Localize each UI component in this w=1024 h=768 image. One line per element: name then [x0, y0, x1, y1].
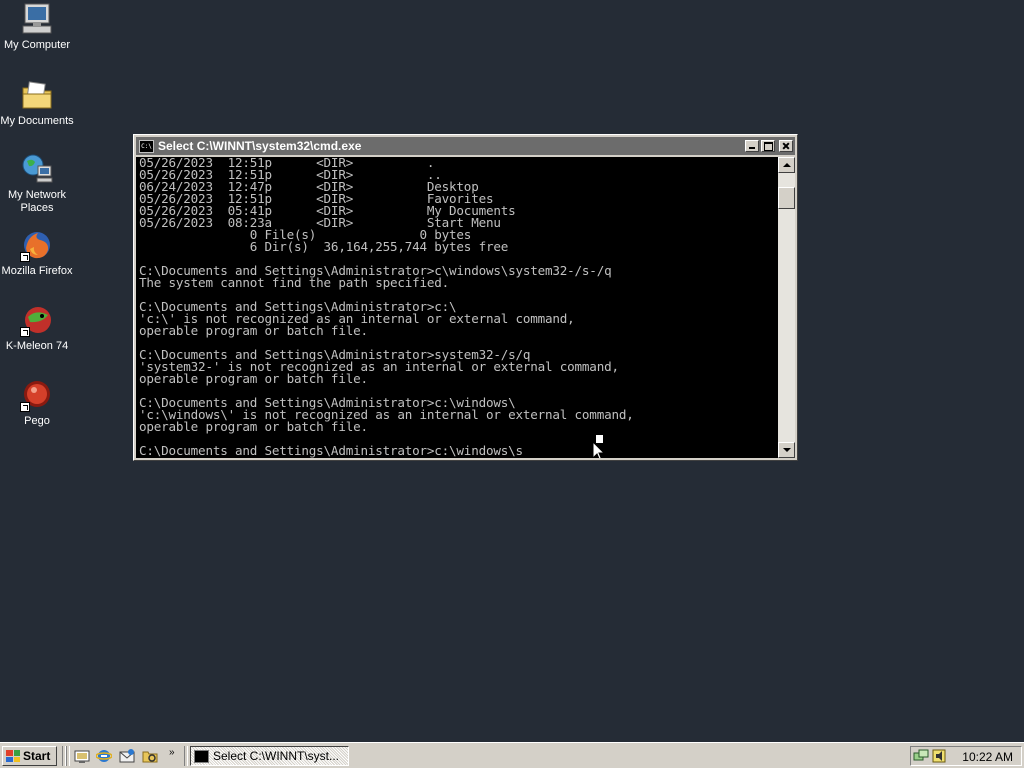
desktop-icon-label: Pego — [24, 415, 50, 427]
desktop-icon-label: Mozilla Firefox — [1, 265, 73, 277]
shortcut-arrow-icon — [20, 402, 30, 412]
quick-launch-more-button[interactable]: » — [169, 747, 175, 758]
desktop-icon-mozilla-firefox[interactable]: Mozilla Firefox — [0, 228, 74, 278]
outlook-express-icon[interactable] — [119, 748, 135, 764]
show-desktop-icon[interactable] — [74, 748, 90, 764]
cmd-window[interactable]: C:\ Select C:\WINNT\system32\cmd.exe 05/… — [133, 134, 798, 461]
desktop-icon-label: My Network Places — [7, 189, 67, 214]
start-label: Start — [23, 749, 51, 763]
close-button[interactable] — [779, 140, 793, 152]
shortcut-arrow-icon — [20, 252, 30, 262]
my-documents-icon — [20, 78, 54, 112]
scroll-up-button[interactable] — [778, 157, 795, 173]
taskbar-separator — [66, 746, 70, 766]
desktop-icon-my-computer[interactable]: My Computer — [0, 2, 74, 52]
desktop-icon-my-documents[interactable]: My Documents — [0, 78, 74, 128]
cmd-icon: C:\ — [139, 139, 154, 153]
scroll-thumb[interactable] — [778, 187, 795, 209]
desktop-icon-my-network-places[interactable]: My Network Places — [0, 152, 74, 215]
desktop-icon-label: My Documents — [0, 115, 74, 127]
desktop-icon-label: K-Meleon 74 — [5, 340, 69, 352]
windows-explorer-icon[interactable] — [142, 748, 158, 764]
desktop-icon-label: My Computer — [3, 39, 71, 51]
taskbar-separator — [184, 746, 188, 766]
cmd-icon — [194, 749, 209, 763]
scroll-down-button[interactable] — [778, 442, 795, 458]
vertical-scrollbar[interactable] — [778, 157, 795, 458]
mouse-pointer-icon — [592, 441, 606, 458]
start-button[interactable]: Start — [2, 746, 57, 766]
windows-logo-icon — [6, 750, 20, 762]
minimize-button[interactable] — [745, 140, 759, 152]
window-title: Select C:\WINNT\system32\cmd.exe — [158, 139, 362, 153]
desktop: { "desktop": { "icons": [ {"label": "My … — [0, 0, 1024, 768]
firefox-icon — [20, 228, 54, 262]
my-computer-icon — [20, 2, 54, 36]
maximize-button[interactable] — [761, 140, 775, 152]
desktop-icon-pego[interactable]: Pego — [0, 378, 74, 428]
network-places-icon — [20, 152, 54, 186]
pego-icon — [20, 378, 54, 412]
console-output[interactable]: 05/26/2023 12:51p <DIR> . 05/26/2023 12:… — [136, 157, 778, 458]
k-meleon-icon — [20, 303, 54, 337]
desktop-icon-k-meleon[interactable]: K-Meleon 74 — [0, 303, 74, 353]
system-tray: 10:22 AM — [910, 746, 1022, 766]
console-text: 05/26/2023 12:51p <DIR> . 05/26/2023 12:… — [139, 157, 634, 458]
taskbar: Start » Select C:\WINNT\syst... 10:22 AM — [0, 742, 1024, 768]
volume-icon[interactable] — [931, 748, 947, 764]
taskbar-button-label: Select C:\WINNT\syst... — [213, 749, 340, 763]
taskbar-button-cmd[interactable]: Select C:\WINNT\syst... — [190, 746, 349, 766]
taskbar-clock[interactable]: 10:22 AM — [962, 750, 1013, 764]
window-titlebar[interactable]: C:\ Select C:\WINNT\system32\cmd.exe — [136, 137, 795, 155]
network-connection-icon[interactable] — [913, 748, 929, 764]
internet-explorer-icon[interactable] — [96, 748, 112, 764]
shortcut-arrow-icon — [20, 327, 30, 337]
